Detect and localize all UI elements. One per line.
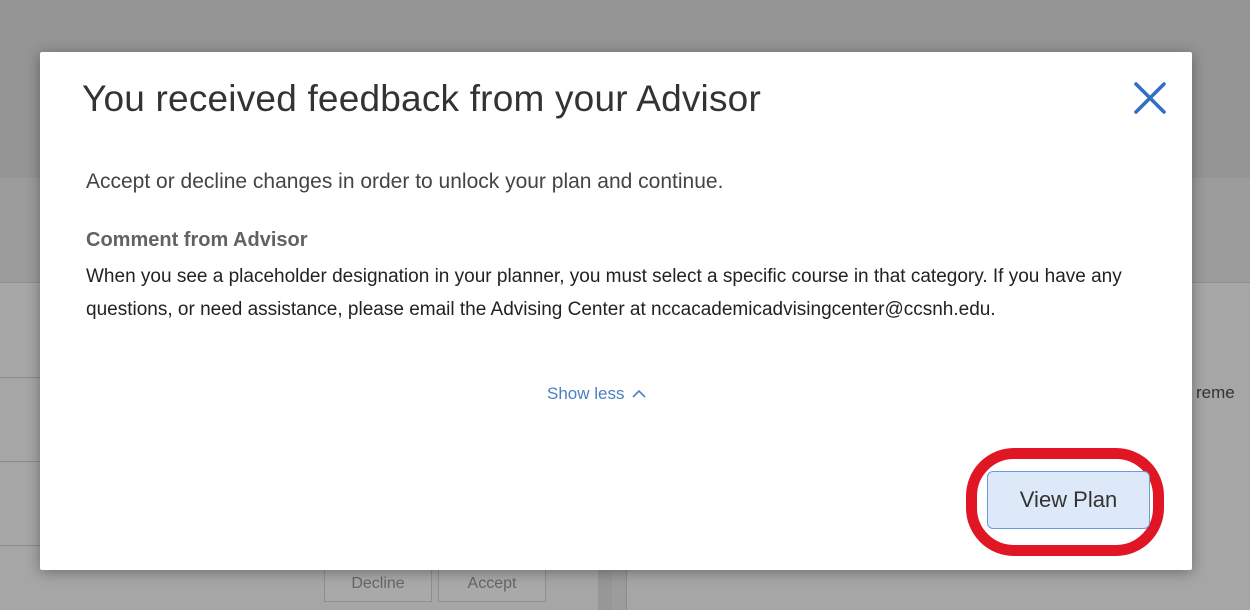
modal-intro-text: Accept or decline changes in order to un… [86, 170, 724, 193]
background-accept-button: Accept [438, 566, 546, 602]
chevron-up-icon [632, 389, 647, 398]
close-icon [1134, 82, 1166, 114]
view-plan-button[interactable]: View Plan [987, 471, 1150, 529]
comment-heading: Comment from Advisor [86, 229, 308, 251]
background-decline-button: Decline [324, 566, 432, 602]
app-screen: reme Decline Accept You received feedbac… [0, 0, 1250, 610]
comment-body: When you see a placeholder designation i… [86, 266, 1122, 320]
show-less-link[interactable]: Show less [547, 384, 647, 404]
background-requirements-label: reme [1196, 383, 1235, 402]
show-less-label: Show less [547, 384, 625, 403]
modal-title: You received feedback from your Advisor [82, 78, 761, 119]
advisor-feedback-modal: You received feedback from your Advisor … [40, 52, 1192, 570]
close-button[interactable] [1130, 78, 1170, 118]
